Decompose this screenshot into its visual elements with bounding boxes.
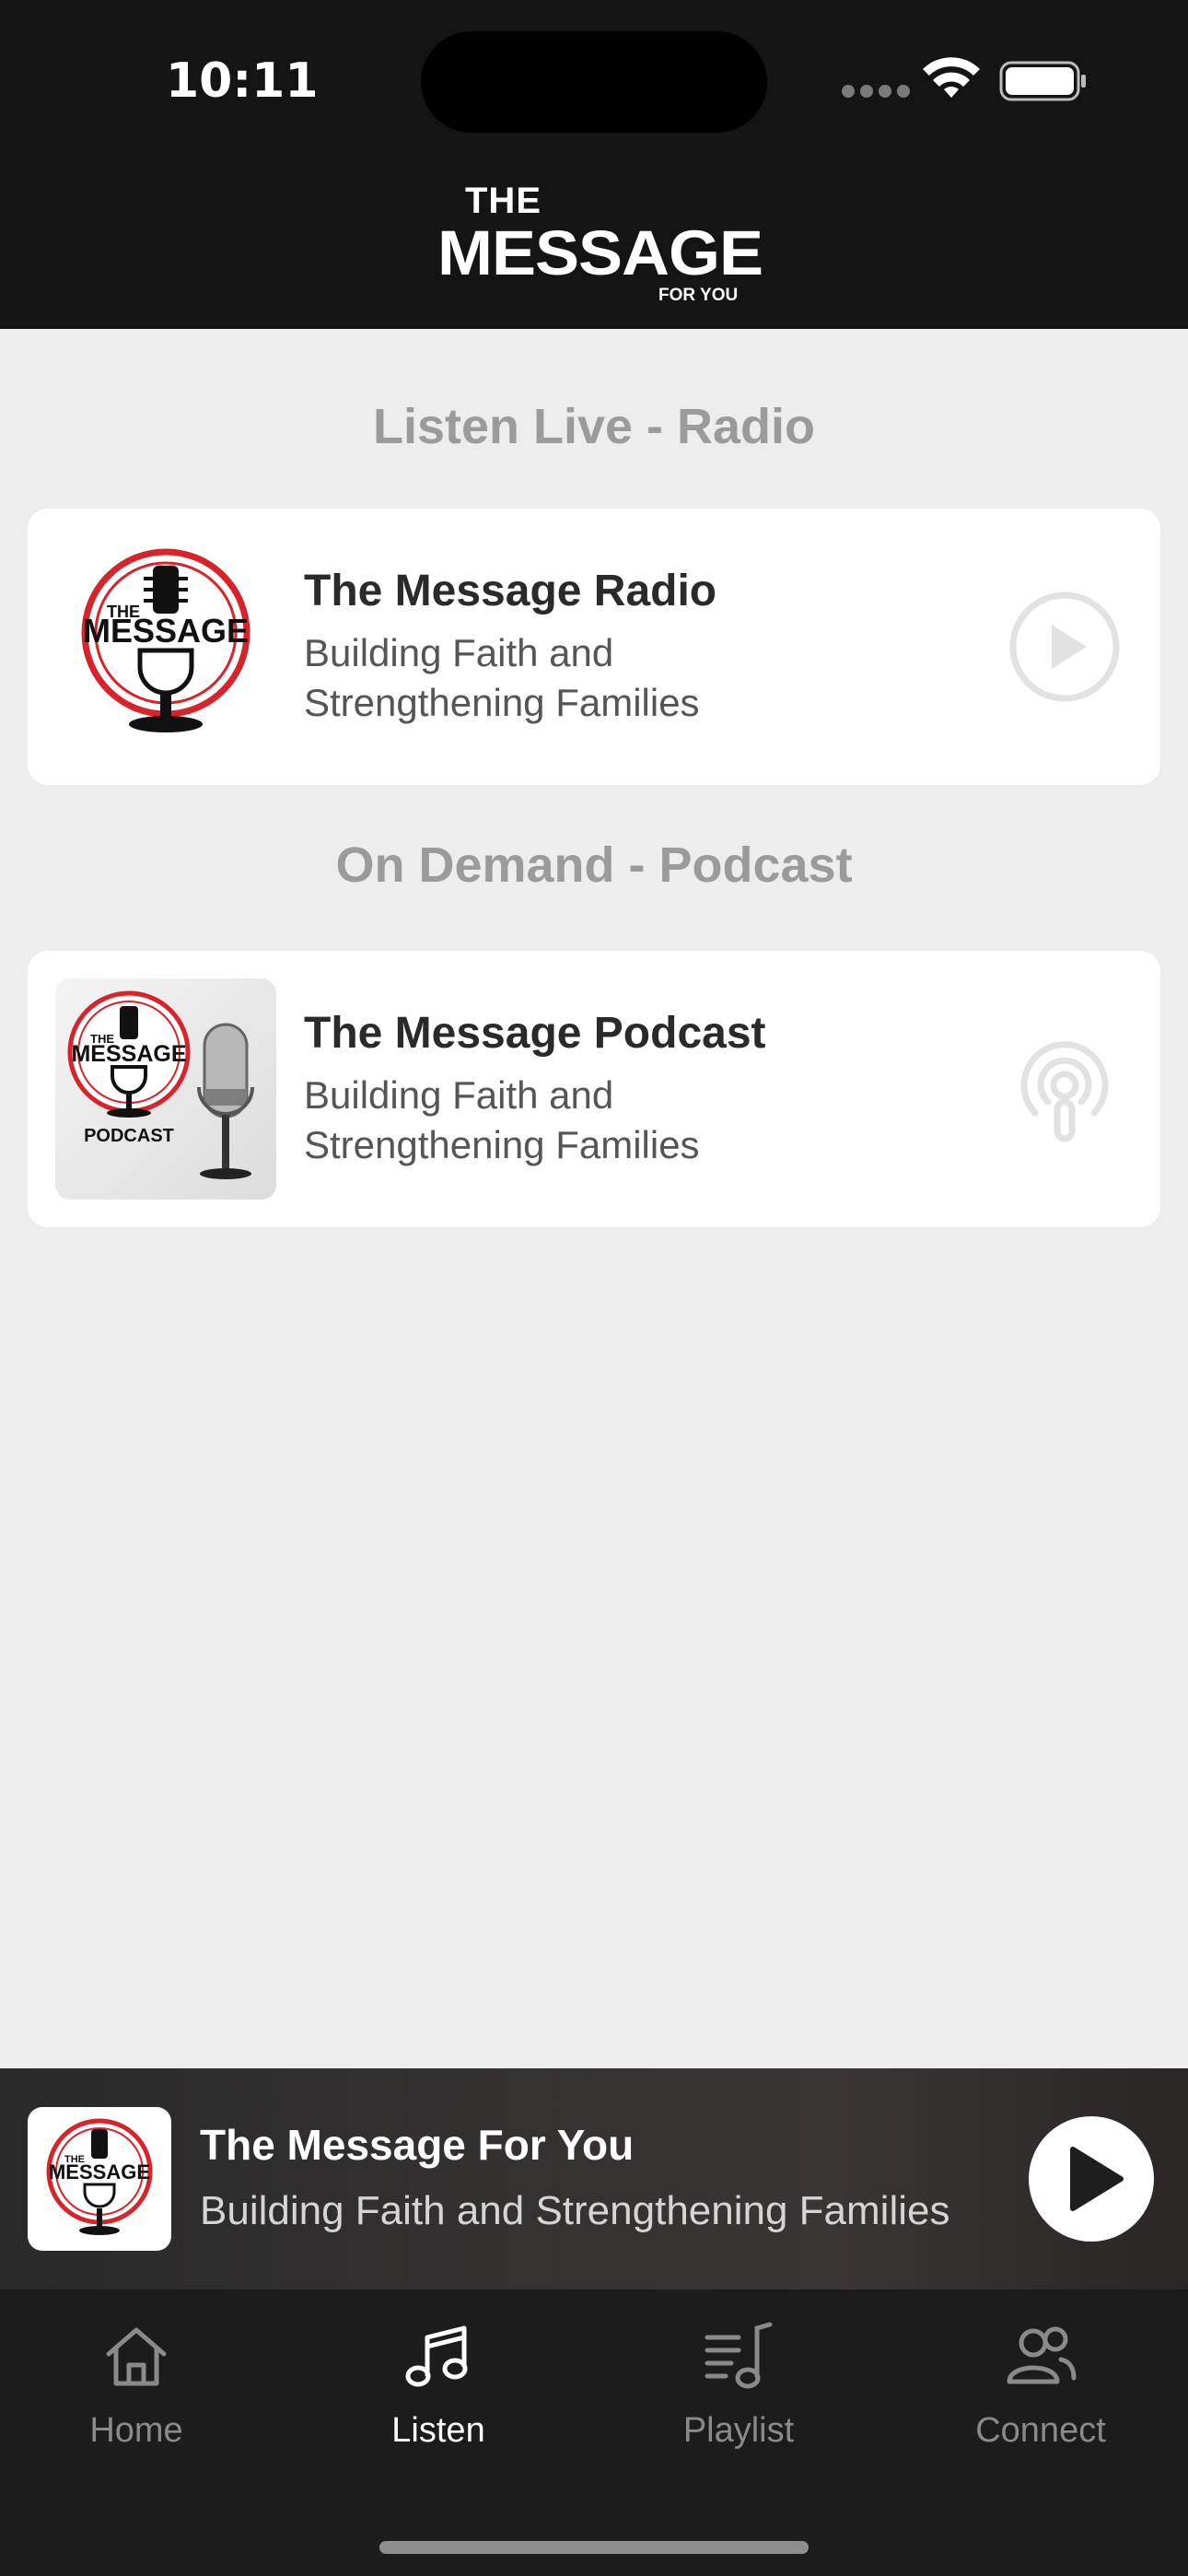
music-note-icon [405, 2325, 468, 2387]
section-title-demand: On Demand - Podcast [335, 837, 853, 893]
radio-logo-icon: MESSAGE THE [81, 548, 250, 732]
section-title-live: Listen Live - Radio [372, 399, 816, 454]
svg-text:MESSAGE: MESSAGE [71, 1041, 186, 1067]
podcast-art-icon: MESSAGE THE [67, 990, 254, 1179]
mini-player-subtitle: Building Faith and Strengthening Familie… [200, 2188, 950, 2233]
play-circle-icon[interactable] [1007, 590, 1122, 704]
dynamic-island [421, 31, 767, 133]
cellular-signal-icon [842, 85, 915, 102]
tab-playlist-label: Playlist [682, 2411, 795, 2450]
mini-player-artwork: MESSAGE THE [28, 2107, 171, 2251]
svg-text:THE: THE [64, 2154, 85, 2165]
podcast-art-label: PODCAST [84, 1126, 174, 1146]
play-icon [1070, 2147, 1124, 2211]
people-icon [1007, 2326, 1077, 2384]
mini-player[interactable]: MESSAGE THE The Message For You Building… [0, 2068, 1188, 2289]
mini-player-title: The Message For You [200, 2121, 635, 2169]
tab-listen[interactable]: Listen [346, 2317, 530, 2451]
logo-the-text: THE [465, 181, 542, 221]
podcast-icon[interactable] [1007, 1032, 1122, 1146]
podcast-title: The Message Podcast [304, 1009, 766, 1058]
mini-logo-icon: MESSAGE THE [46, 2118, 153, 2235]
tab-connect-label: Connect [975, 2411, 1106, 2450]
tab-playlist[interactable]: Playlist [646, 2317, 831, 2451]
top-bar: 10:11 THE MESSAGE FOR YOU [0, 0, 1188, 329]
tab-listen-label: Listen [391, 2411, 485, 2450]
svg-text:THE: THE [90, 1032, 114, 1046]
tab-bar: Home Listen Playlist Connect [0, 2289, 1188, 2576]
wifi-icon [923, 57, 980, 98]
podcast-artwork: MESSAGE THE PODCAST [55, 978, 276, 1200]
logo-message-text: MESSAGE [437, 218, 763, 288]
svg-text:THE: THE [107, 603, 140, 621]
home-indicator[interactable] [379, 2541, 809, 2554]
mini-play-button[interactable] [1029, 2116, 1154, 2242]
podcast-card[interactable]: MESSAGE THE PODCAST The Message Podcast … [28, 951, 1160, 1227]
home-icon [106, 2327, 167, 2386]
tab-home-label: Home [89, 2411, 183, 2450]
app-logo: THE MESSAGE FOR YOU [433, 181, 763, 310]
logo-for-you-text: FOR YOU [658, 286, 739, 305]
battery-icon [999, 61, 1086, 101]
tab-home[interactable]: Home [44, 2317, 228, 2451]
radio-subtitle: Building Faith and Strengthening Familie… [304, 631, 700, 724]
radio-title: The Message Radio [304, 567, 717, 615]
status-time: 10:11 [166, 53, 319, 109]
tab-connect[interactable]: Connect [949, 2317, 1133, 2451]
radio-card[interactable]: MESSAGE THE The Message Radio Building F… [28, 509, 1160, 785]
podcast-subtitle: Building Faith and Strengthening Familie… [304, 1073, 700, 1166]
playlist-icon [705, 2322, 773, 2389]
